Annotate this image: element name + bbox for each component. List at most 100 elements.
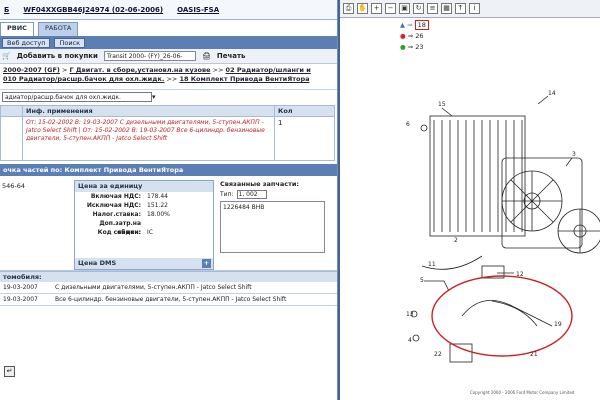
diagram-label[interactable]: 11 [428, 261, 436, 268]
diagram-legend: ▲ ⇒ 18 ● ⇒ 26 ● ⇒ 23 [400, 20, 429, 53]
col-qty: Кол [274, 105, 335, 117]
tab-service[interactable]: РВИС [0, 22, 34, 36]
zoom-out-icon[interactable]: − [385, 3, 396, 14]
application-text: От: 15-02-2002 В: 19-03-2007 С дизельным… [26, 119, 265, 142]
breadcrumb-sep: >> [212, 66, 224, 74]
connector-shape [449, 343, 473, 363]
type-label: Тип: [220, 191, 234, 198]
list-icon[interactable]: ≡ [427, 3, 438, 14]
expand-icon[interactable]: + [202, 259, 211, 268]
breadcrumb-engine[interactable]: Г Двигат. в сборе,установл.на кузове [69, 66, 210, 74]
price-value: 178.44 [147, 193, 168, 200]
part-info-header: очка частей по: Комплект Привода ВентиЯт… [0, 164, 337, 176]
search-button[interactable]: Поиск [54, 37, 86, 48]
part-number: 546-64 [2, 182, 26, 190]
breadcrumb-sep: > [61, 66, 68, 74]
chevron-down-icon[interactable]: ▾ [152, 93, 156, 101]
diagram-label[interactable]: 13 [406, 311, 414, 318]
breadcrumb: 2000-2007 (GF) > Г Двигат. в сборе,устан… [0, 64, 337, 90]
col-application: Инф. применения [22, 105, 275, 117]
toolbar-primary: Веб доступ Поиск [0, 36, 337, 49]
price-header: Цена за единицу [75, 181, 213, 192]
diagram-label[interactable]: 22 [434, 351, 442, 358]
zoom-in-icon[interactable]: + [371, 3, 382, 14]
type-select[interactable]: 1, 002 [236, 190, 267, 199]
dms-label: Цена DMS [78, 259, 117, 267]
table-row[interactable]: От: 15-02-2002 В: 19-03-2007 С дизельным… [0, 116, 335, 161]
web-access-button[interactable]: Веб доступ [2, 37, 51, 48]
exploded-diagram[interactable]: 15 14 6 3 2 12 11 13 19 21 22 5 4 [342, 86, 600, 386]
breadcrumb-radiator[interactable]: 02 Радиатор/шланги и [226, 66, 311, 74]
rotate-icon[interactable]: ↻ [413, 3, 424, 14]
related-parts-box: Связанные запчасти: Тип: 1, 002 1226484 … [220, 180, 334, 270]
tab-bar: РВИС РАБОТА [0, 22, 337, 36]
diagram-label[interactable]: 12 [516, 271, 524, 278]
application-table: Инф. применения Кол От: 15-02-2002 В: 19… [0, 105, 335, 161]
radiator-shape [429, 115, 526, 237]
diagram-label[interactable]: 5 [420, 277, 424, 284]
vehicle-date: 19-03-2007 [3, 296, 38, 303]
price-label: Налог.ставка: [92, 211, 141, 218]
info-icon[interactable]: i [469, 3, 480, 14]
price-value: 18.00% [147, 211, 170, 218]
price-label: Доп.затр.на обмен: [99, 220, 141, 236]
diagram-label[interactable]: 14 [548, 90, 556, 97]
part-info-panel: 546-64 Цена за единицу Включая НДС: 178.4… [0, 176, 337, 271]
diagram-label[interactable]: 21 [530, 351, 538, 358]
subgroup-select[interactable]: адиатор/расшр.бачок для охл.жидк. [2, 91, 152, 102]
price-box: Цена за единицу Включая НДС: 178.44 Исклю… [74, 180, 214, 270]
toolbar-secondary: 🛒 Добавить в покупки Transit 2000- (FY)_… [0, 49, 337, 64]
header-bar: Б WF04XXGBB46J24974 (02-06-2006) OASIS-F… [0, 0, 337, 20]
grid-icon[interactable]: ▦ [441, 3, 452, 14]
cart-icon[interactable]: 🛒 [2, 52, 11, 60]
fit-icon[interactable]: ▣ [399, 3, 410, 14]
diagram-label[interactable]: 6 [406, 121, 410, 128]
diagram-label[interactable]: 15 [438, 101, 446, 108]
breadcrumb-reservoir[interactable]: 010 Радиатор/расшр.бачок для охл.жидк. [3, 75, 164, 83]
qty-value: 1 [274, 116, 335, 161]
legend-item[interactable]: 26 [415, 32, 423, 40]
breadcrumb-fan-kit[interactable]: 18 Комплект Привода ВентиЯтора [179, 75, 309, 83]
diagram-label[interactable]: 3 [572, 151, 576, 158]
hand-icon[interactable]: ✋ [357, 3, 368, 14]
diagram-toolbar: ⎙ ✋ + − ▣ ↻ ≡ ▦ ↑ i [340, 0, 600, 18]
diagram-label[interactable]: 2 [454, 237, 458, 244]
system-link[interactable]: OASIS-FSA [177, 6, 219, 14]
price-value: IC [147, 229, 153, 236]
parts-panel: Б WF04XXGBB46J24974 (02-06-2006) OASIS-F… [0, 0, 338, 400]
vehicle-date: 19-03-2007 [3, 284, 38, 291]
diagram-label[interactable]: 4 [408, 337, 412, 344]
table-row[interactable]: 19-03-2007 С дизельными двигателями, 5-с… [0, 282, 337, 294]
related-header: Связанные запчасти: [220, 180, 300, 188]
price-label: Код скидки: [97, 229, 141, 236]
dms-price-header: Цена DMS + [75, 258, 213, 269]
vin-link[interactable]: WF04XXGBB46J24974 (02-06-2006) [23, 6, 163, 14]
subgroup-dropdown-row: адиатор/расшр.бачок для охл.жидк. ▾ [0, 90, 337, 103]
legend-item[interactable]: 18 [414, 20, 429, 30]
return-icon[interactable]: ↵ [4, 366, 15, 377]
price-value: 151.22 [147, 202, 168, 209]
price-label: Включая НДС: [90, 193, 141, 200]
copyright-text: Copyright 2000 - 2006 Ford Motor Company… [470, 390, 575, 395]
arrow-up-icon[interactable]: ↑ [455, 3, 466, 14]
tab-work[interactable]: РАБОТА [37, 22, 79, 36]
legend-item[interactable]: 23 [415, 43, 423, 51]
print-button[interactable]: Печать [217, 52, 246, 60]
table-row[interactable]: 19-03-2007 Все 6-цилиндр. бензиновые дви… [0, 294, 337, 306]
diagram-label[interactable]: 19 [554, 321, 562, 328]
related-parts-list: 1226484 ВНВ [220, 201, 325, 253]
breadcrumb-model[interactable]: 2000-2007 (GF) [3, 66, 60, 74]
highlight-circle [431, 275, 573, 357]
breadcrumb-sep: >> [166, 75, 178, 83]
print-icon[interactable]: 🖨 [202, 52, 211, 60]
print-icon[interactable]: ⎙ [343, 3, 354, 14]
add-to-cart-button[interactable]: Добавить в покупки [17, 52, 98, 60]
vehicle-text: Все 6-цилиндр. бензиновые двигатели, 5-с… [55, 296, 287, 303]
header-code: Б [4, 5, 10, 14]
diagram-panel: ⎙ ✋ + − ▣ ↻ ≡ ▦ ↑ i ▲ ⇒ 18 ● ⇒ 26 ● ⇒ 23 [338, 0, 600, 400]
vehicle-text: С дизельными двигателями, 5-ступен.АКПП … [55, 284, 252, 291]
model-select[interactable]: Transit 2000- (FY)_26-06- [103, 51, 196, 61]
vehicle-header: томобиля: [0, 271, 337, 282]
list-item[interactable]: 1226484 ВНВ [223, 204, 322, 211]
price-label: Исключая НДС: [86, 202, 141, 209]
